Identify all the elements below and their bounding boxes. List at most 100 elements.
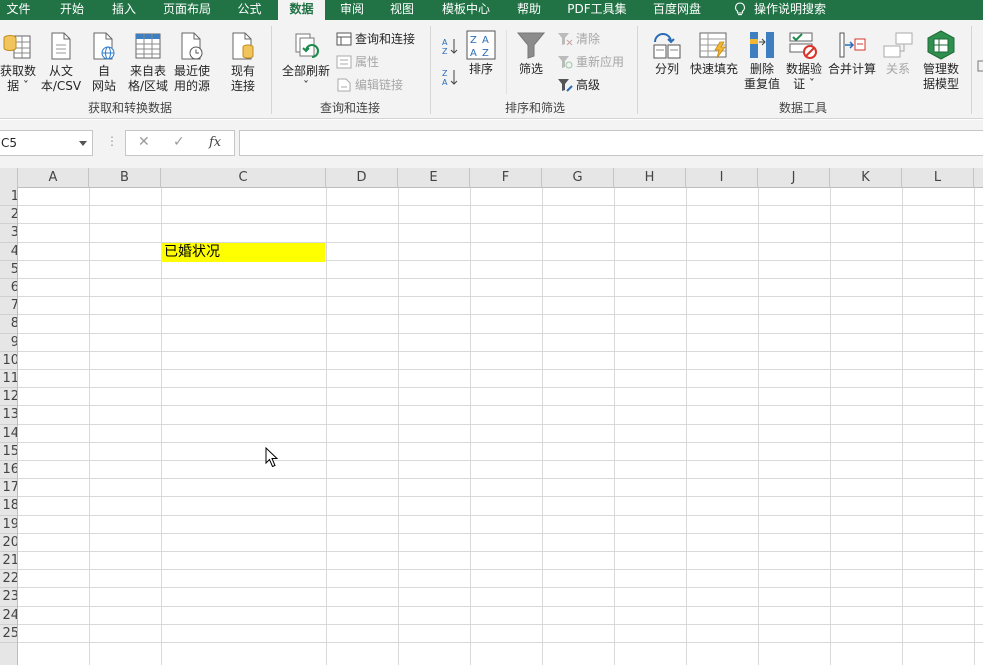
refresh-all-button[interactable]: 全部刷新 ˇ <box>280 30 332 94</box>
row-header-12[interactable]: 12 <box>0 388 17 407</box>
row-header-9[interactable]: 9 <box>0 334 17 352</box>
column-header-g[interactable]: G <box>542 168 614 188</box>
row-header-11[interactable]: 11 <box>0 370 17 389</box>
group-separator <box>430 26 431 114</box>
column-header-d[interactable]: D <box>326 168 398 188</box>
consolidate-label: 合并计算 <box>827 62 876 76</box>
select-all-button[interactable] <box>0 168 18 188</box>
reapply-icon <box>558 56 573 69</box>
tab-help[interactable]: 帮助 <box>510 0 548 20</box>
tab-home[interactable]: 开始 <box>49 0 95 20</box>
column-header-b[interactable]: B <box>89 168 161 188</box>
group-separator <box>271 26 272 114</box>
tab-baidu-netdisk[interactable]: 百度网盘 <box>645 0 709 20</box>
cell-c4[interactable]: 已婚状况 <box>161 243 325 262</box>
column-header-e[interactable]: E <box>398 168 470 188</box>
consolidate-button[interactable]: 合并计算 <box>826 30 878 77</box>
row-header-16[interactable]: 16 <box>0 461 17 480</box>
row-number: 14 <box>2 425 18 441</box>
row-header-8[interactable]: 8 <box>0 315 17 334</box>
sort-ascending-button[interactable]: A Z <box>441 37 462 55</box>
gridline <box>18 314 983 316</box>
row-header-14[interactable]: 14 <box>0 425 18 443</box>
row-header-5[interactable]: 5 <box>0 261 17 279</box>
formula-input[interactable] <box>239 130 983 156</box>
row-header-1[interactable]: 1 <box>0 188 17 207</box>
existing-connections-icon <box>232 32 254 60</box>
sort-descending-icon: Z A <box>442 69 458 86</box>
column-header-c[interactable]: C <box>161 168 326 188</box>
from-text-csv-button[interactable]: 从文 本/CSV <box>39 30 83 94</box>
row-number: 18 <box>2 498 18 514</box>
row-header-17[interactable]: 17 <box>0 479 18 498</box>
resize-handle-icon[interactable]: ⋮ <box>106 134 118 148</box>
row-header-18[interactable]: 18 <box>0 497 18 516</box>
tab-view[interactable]: 视图 <box>383 0 421 20</box>
get-data-label: 获取数 据 ˇ <box>0 64 36 93</box>
column-header-a[interactable]: A <box>18 168 89 188</box>
row-header-3[interactable]: 3 <box>0 224 17 243</box>
tab-insert[interactable]: 插入 <box>102 0 146 20</box>
remove-duplicates-label: 删除 重复值 <box>743 62 780 91</box>
column-header-j[interactable]: J <box>758 168 830 188</box>
row-header-21[interactable]: 21 <box>0 552 17 571</box>
remove-duplicates-button[interactable]: 删除 重复值 <box>740 30 784 92</box>
column-header-h[interactable]: H <box>614 168 686 188</box>
reapply-button[interactable]: 重新应用 <box>557 53 624 71</box>
chevron-down-icon[interactable] <box>79 141 87 146</box>
manage-data-model-button[interactable]: 管理数 据模型 <box>918 30 964 92</box>
row-header-2[interactable]: 2 <box>0 206 17 225</box>
tab-pdf-tools[interactable]: PDF工具集 <box>561 0 633 20</box>
from-table-range-button[interactable]: 来自表 格/区域 <box>125 30 171 94</box>
row-header-19[interactable]: 19 <box>0 516 17 534</box>
tab-data[interactable]: 数据 <box>278 0 325 20</box>
row-header-22[interactable]: 22 <box>0 570 17 589</box>
existing-connections-button[interactable]: 现有 连接 <box>221 30 265 94</box>
tab-templates[interactable]: 模板中心 <box>435 0 497 20</box>
row-header-24[interactable]: 24 <box>0 607 17 625</box>
properties-button[interactable]: 属性 <box>336 53 379 71</box>
recent-sources-button[interactable]: 最近使 用的源 <box>170 30 214 94</box>
row-header-6[interactable]: 6 <box>0 279 17 298</box>
advanced-filter-button[interactable]: 高级 <box>557 76 600 94</box>
edit-links-button[interactable]: 编辑链接 <box>336 76 403 94</box>
row-header-10[interactable]: 10 <box>0 352 17 370</box>
queries-connections-button[interactable]: 查询和连接 <box>336 30 415 48</box>
row-header-23[interactable]: 23 <box>0 588 17 607</box>
tab-formulas[interactable]: 公式 <box>227 0 272 20</box>
name-box[interactable]: C5 <box>0 130 93 156</box>
row-header-20[interactable]: 20 <box>0 534 17 552</box>
row-header-7[interactable]: 7 <box>0 297 17 316</box>
column-header-l[interactable]: L <box>902 168 974 188</box>
from-web-button[interactable]: 自 网站 <box>86 30 122 94</box>
row-header-13[interactable]: 13 <box>0 406 17 425</box>
data-validation-button[interactable]: 数据验 证 ˇ <box>784 30 824 92</box>
row-number: 17 <box>2 480 18 496</box>
row-header-4[interactable]: 4 <box>0 243 17 261</box>
column-header-k[interactable]: K <box>830 168 902 188</box>
sort-ascending-icon: A Z <box>442 38 458 55</box>
tab-page-layout[interactable]: 页面布局 <box>155 0 219 20</box>
tab-review[interactable]: 审阅 <box>333 0 371 20</box>
tab-file[interactable]: 文件 <box>0 0 37 20</box>
relationships-button[interactable]: 关系 <box>880 30 916 77</box>
insert-function-icon[interactable]: fx <box>209 135 221 150</box>
cancel-entry-icon[interactable]: ✕ <box>138 134 150 150</box>
column-header-i[interactable]: I <box>686 168 758 188</box>
confirm-entry-icon[interactable]: ✓ <box>173 134 185 150</box>
ribbon-overflow-glyph[interactable] <box>976 60 983 74</box>
sort-button[interactable]: Z A A Z 排序 <box>464 30 498 77</box>
row-header-25[interactable]: 25 <box>0 625 17 643</box>
filter-button[interactable]: 筛选 <box>514 30 548 77</box>
row-header-15[interactable]: 15 <box>0 443 17 461</box>
get-data-button[interactable]: 获取数 据 ˇ <box>0 30 40 94</box>
clear-filter-button[interactable]: 清除 <box>557 30 600 48</box>
sort-descending-button[interactable]: Z A <box>441 68 462 86</box>
tell-me-search[interactable]: 操作说明搜索 <box>724 0 836 20</box>
column-header-f[interactable]: F <box>470 168 542 188</box>
row-number: 9 <box>11 335 17 350</box>
text-to-columns-button[interactable]: 分列 <box>649 30 685 77</box>
gridline <box>18 278 983 279</box>
flash-fill-button[interactable]: 快速填充 <box>688 30 740 77</box>
worksheet-grid[interactable]: A B C D E F G H I J K L 1234567891011121… <box>0 168 983 665</box>
